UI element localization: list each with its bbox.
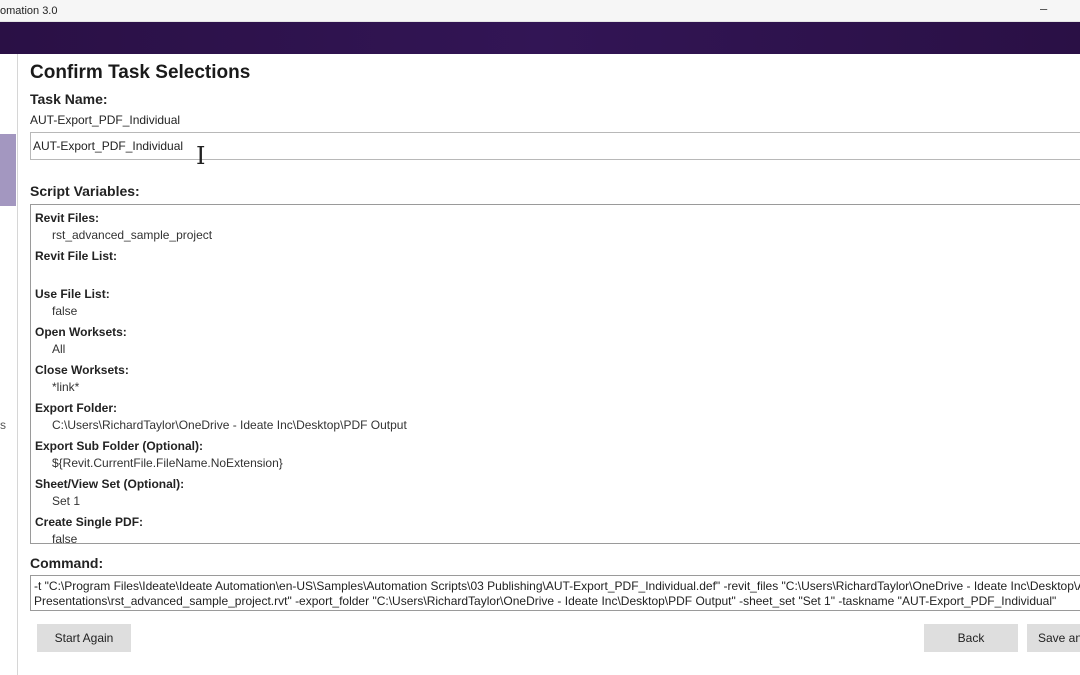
variable-label: Export Folder: <box>35 401 118 415</box>
sidebar: s <box>0 54 18 675</box>
variable-label: Revit Files: <box>35 211 100 225</box>
start-again-button[interactable]: Start Again <box>37 624 131 652</box>
variable-value: All <box>52 342 66 356</box>
variable-item: Export Sub Folder (Optional): ${Revit.Cur… <box>31 438 1080 476</box>
app-header-banner <box>0 22 1080 54</box>
sidebar-item-label[interactable]: s <box>0 418 6 432</box>
variable-value: false <box>52 304 78 318</box>
variable-label: Revit File List: <box>35 249 118 263</box>
script-variables-list[interactable]: Revit Files: rst_advanced_sample_project R… <box>30 204 1080 544</box>
back-button[interactable]: Back <box>924 624 1018 652</box>
task-name-display: AUT-Export_PDF_Individual <box>30 113 181 127</box>
text-cursor-icon: I <box>196 142 206 170</box>
variable-value: ${Revit.CurrentFile.FileName.NoExtension… <box>52 456 283 470</box>
command-line: Presentations\rst_advanced_sample_projec… <box>34 594 1057 608</box>
variable-item: Close Worksets: *link* <box>31 362 1080 400</box>
variable-value: false <box>52 532 78 544</box>
variable-list: Revit Files: rst_advanced_sample_project R… <box>31 205 1080 544</box>
variable-item: Export Folder: C:\Users\RichardTaylor\One… <box>31 400 1080 438</box>
variable-label: Export Sub Folder (Optional): <box>35 439 203 453</box>
task-name-input[interactable] <box>30 132 1080 160</box>
save-button[interactable]: Save and <box>1027 624 1080 652</box>
variable-label: Create Single PDF: <box>35 515 144 529</box>
variable-label: Use File List: <box>35 287 110 301</box>
window-title: omation 3.0 <box>0 5 58 17</box>
variable-item: Use File List: false <box>31 286 1080 324</box>
page-title: Confirm Task Selections <box>30 62 251 83</box>
variable-label: Close Worksets: <box>35 363 129 377</box>
variable-value: C:\Users\RichardTaylor\OneDrive - Ideate… <box>52 418 407 432</box>
sidebar-active-step[interactable] <box>0 134 16 206</box>
window-titlebar: omation 3.0 – <box>0 0 1080 22</box>
script-variables-label: Script Variables: <box>30 183 140 199</box>
minimize-icon[interactable]: – <box>1040 1 1047 16</box>
variable-item: Open Worksets: All <box>31 324 1080 362</box>
variable-item: Create Single PDF: false <box>31 514 1080 544</box>
variable-item: Revit File List: <box>31 248 1080 286</box>
main-panel: Confirm Task Selections Task Name: AUT-E… <box>18 54 1080 675</box>
command-textbox[interactable]: -t "C:\Program Files\Ideate\Ideate Autom… <box>30 575 1080 611</box>
variable-label: Open Worksets: <box>35 325 127 339</box>
task-name-label: Task Name: <box>30 91 108 107</box>
command-label: Command: <box>30 555 104 571</box>
variable-value: rst_advanced_sample_project <box>52 228 213 242</box>
variable-item: Revit Files: rst_advanced_sample_project <box>31 210 1080 248</box>
variable-value: *link* <box>52 380 80 394</box>
variable-value <box>35 265 1080 286</box>
variable-label: Sheet/View Set (Optional): <box>35 477 185 491</box>
variable-item: Sheet/View Set (Optional): Set 1 <box>31 476 1080 514</box>
command-line: -t "C:\Program Files\Ideate\Ideate Autom… <box>34 579 1080 593</box>
variable-value: Set 1 <box>52 494 81 508</box>
